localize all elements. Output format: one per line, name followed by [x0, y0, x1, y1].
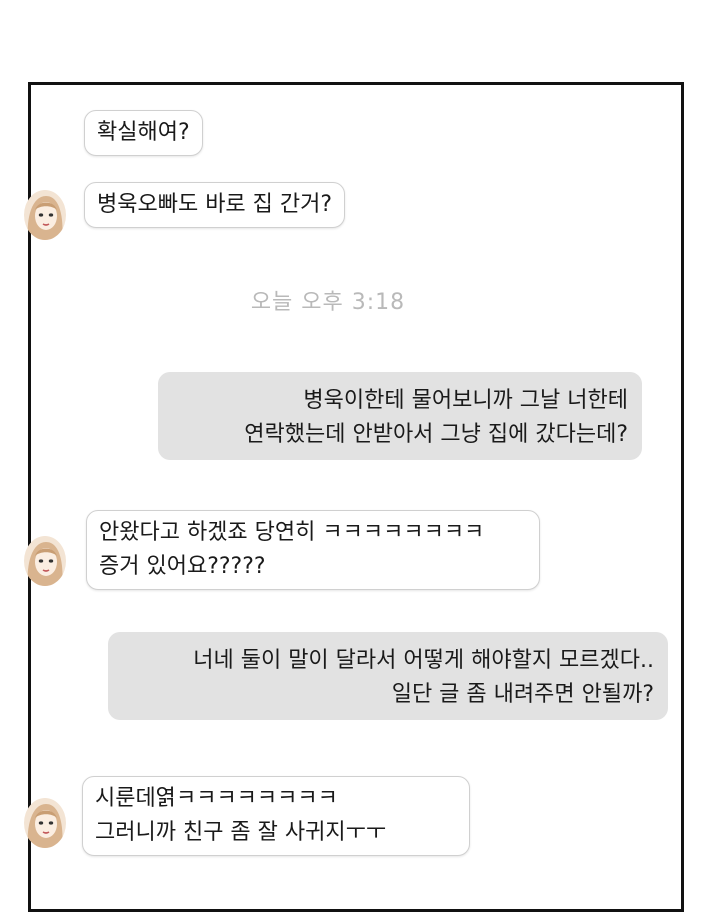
message-text: 병욱이한테 물어보니까 그날 너한테: [303, 388, 628, 413]
message-text: 확실해여?: [97, 120, 190, 145]
outgoing-message-bubble: 병욱이한테 물어보니까 그날 너한테 연락했는데 안받아서 그냥 집에 갔다는데…: [158, 372, 642, 460]
incoming-message-bubble: 확실해여?: [84, 110, 203, 156]
incoming-message-bubble: 안왔다고 하겠죠 당연히 ㅋㅋㅋㅋㅋㅋㅋㅋ 증거 있어요?????: [86, 510, 540, 590]
incoming-message-bubble: 병욱오빠도 바로 집 간거?: [84, 182, 346, 228]
message-text: 증거 있어요?????: [99, 554, 266, 579]
sender-avatar: [24, 798, 66, 848]
sender-avatar: [24, 190, 66, 240]
message-text: 시룬데엵ㅋㅋㅋㅋㅋㅋㅋㅋ: [95, 786, 338, 811]
message-text: 그러니까 친구 좀 잘 사귀지ㅜㅜ: [95, 820, 387, 845]
outgoing-message-bubble: 너네 둘이 말이 달라서 어떻게 해야할지 모르겠다.. 일단 글 좀 내려주면…: [108, 632, 668, 720]
message-text: 일단 글 좀 내려주면 안될까?: [391, 682, 654, 707]
message-text: 안왔다고 하겠죠 당연히 ㅋㅋㅋㅋㅋㅋㅋㅋ: [99, 520, 485, 545]
message-text: 연락했는데 안받아서 그냥 집에 갔다는데?: [244, 422, 628, 447]
message-text: 병욱오빠도 바로 집 간거?: [97, 192, 333, 217]
message-text: 너네 둘이 말이 달라서 어떻게 해야할지 모르겠다..: [193, 648, 654, 673]
incoming-message-bubble: 시룬데엵ㅋㅋㅋㅋㅋㅋㅋㅋ 그러니까 친구 좀 잘 사귀지ㅜㅜ: [82, 776, 470, 856]
timestamp-divider: 오늘 오후 3:18: [250, 290, 406, 315]
sender-avatar: [24, 536, 66, 586]
